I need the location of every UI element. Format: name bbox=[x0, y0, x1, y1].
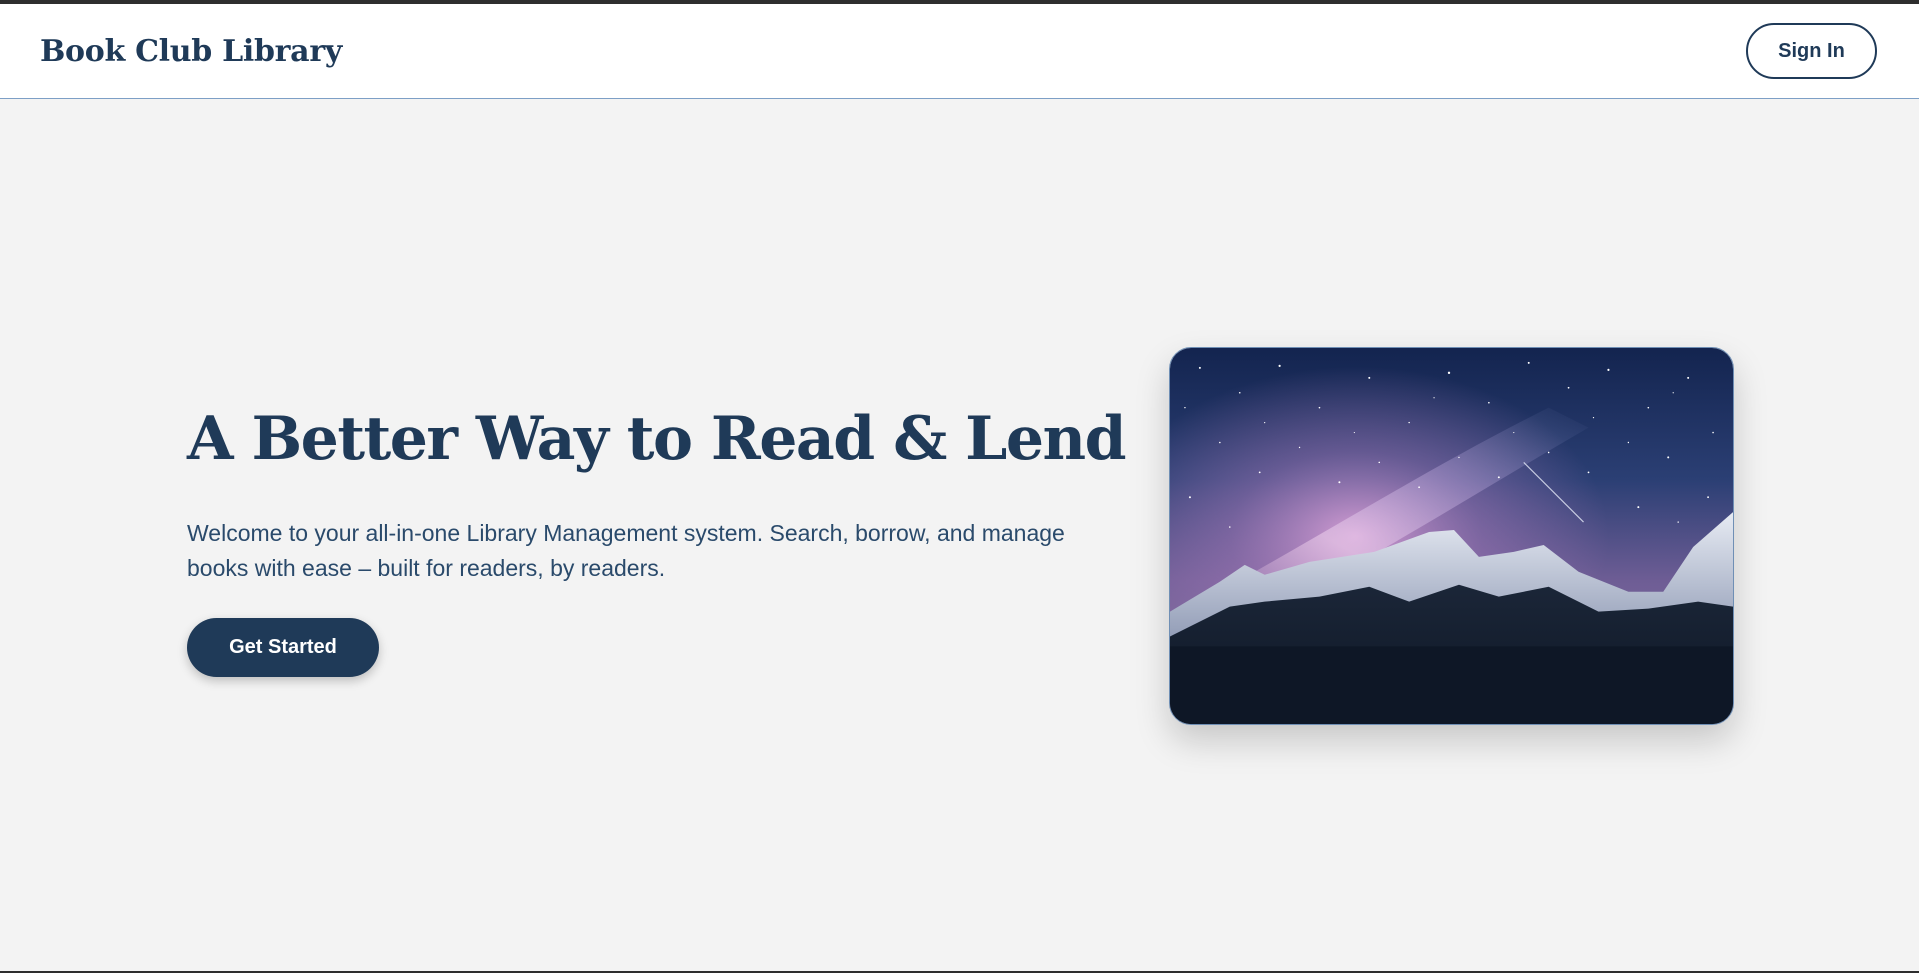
hero-text-block: A Better Way to Read & Lend Welcome to y… bbox=[187, 400, 1127, 677]
sign-in-button[interactable]: Sign In bbox=[1746, 23, 1877, 79]
brand-logo[interactable]: Book Club Library bbox=[40, 34, 342, 69]
hero-title: A Better Way to Read & Lend bbox=[187, 404, 1127, 474]
hero-subtitle: Welcome to your all-in-one Library Manag… bbox=[187, 520, 1065, 581]
get-started-button[interactable]: Get Started bbox=[187, 618, 379, 677]
night-sky-mountains-image bbox=[1170, 348, 1733, 724]
navbar: Book Club Library Sign In bbox=[0, 4, 1919, 99]
hero-image bbox=[1169, 347, 1734, 725]
